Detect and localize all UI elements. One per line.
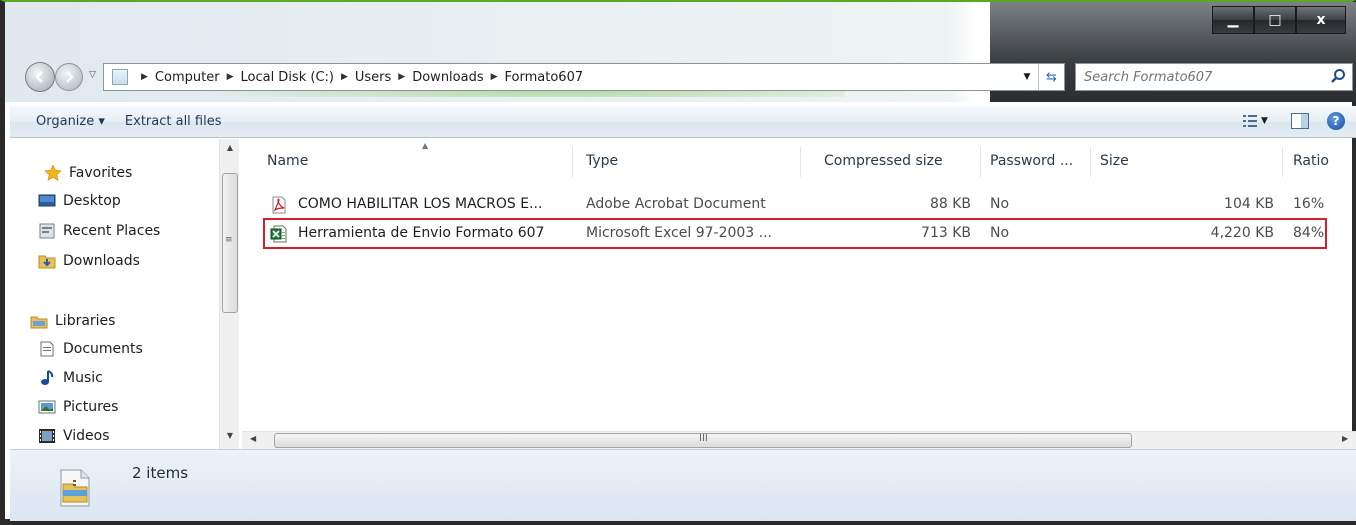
- back-button[interactable]: [25, 62, 55, 92]
- sidebar-item-music[interactable]: Music: [38, 366, 103, 390]
- scroll-left-icon[interactable]: ◀: [250, 434, 256, 443]
- organize-button[interactable]: Organize ▾: [26, 114, 115, 129]
- breadcrumb-downloads[interactable]: Downloads: [412, 70, 483, 85]
- search-icon[interactable]: [1330, 68, 1346, 84]
- sidebar-item-label: Libraries: [55, 313, 116, 329]
- breadcrumb-formato607[interactable]: Formato607: [505, 70, 584, 85]
- address-bar-controls: ▼ ⇆: [1016, 64, 1064, 90]
- search-input[interactable]: [1076, 69, 1316, 85]
- breadcrumb-separator-icon[interactable]: ▶: [341, 72, 348, 82]
- file-type: Adobe Acrobat Document: [586, 196, 766, 212]
- file-password: No: [990, 196, 1010, 212]
- back-arrow-icon: [35, 71, 43, 83]
- breadcrumb-separator-icon[interactable]: ▶: [227, 72, 234, 82]
- selection-highlight-box: [263, 218, 1327, 249]
- address-history-dropdown-icon[interactable]: ▼: [1016, 72, 1038, 82]
- scroll-up-icon[interactable]: ▲: [220, 143, 240, 160]
- sidebar-item-videos[interactable]: Videos: [38, 424, 110, 448]
- sidebar-item-label: Desktop: [63, 193, 121, 209]
- column-header-ratio[interactable]: Ratio: [1293, 153, 1329, 169]
- address-bar[interactable]: ▶ Computer ▶ Local Disk (C:) ▶ Users ▶ D…: [103, 63, 1065, 91]
- star-icon: [44, 165, 62, 181]
- extract-all-files-button[interactable]: Extract all files: [115, 114, 232, 129]
- maximize-button[interactable]: □: [1254, 6, 1296, 34]
- sidebar-item-desktop[interactable]: Desktop: [38, 189, 121, 213]
- desktop-icon: [38, 194, 56, 207]
- pictures-icon: [38, 400, 56, 414]
- forward-arrow-icon: [66, 71, 74, 83]
- sidebar-item-label: Pictures: [63, 399, 119, 415]
- sidebar-item-label: Documents: [63, 341, 143, 357]
- recent-places-icon: [39, 223, 55, 239]
- file-name: COMO HABILITAR LOS MACROS E...: [298, 196, 543, 212]
- sidebar-item-recent-places[interactable]: Recent Places: [38, 219, 160, 243]
- navigation-pane-scrollbar[interactable]: ▲ ≡ ▼: [219, 139, 239, 449]
- help-icon[interactable]: ?: [1327, 112, 1345, 130]
- command-bar: Organize ▾ Extract all files ▼ ?: [10, 106, 1356, 138]
- sidebar-item-favorites[interactable]: Favorites: [44, 161, 132, 185]
- sidebar-item-label: Music: [63, 370, 103, 386]
- file-ratio: 16%: [1293, 196, 1325, 212]
- column-divider[interactable]: [1282, 147, 1283, 177]
- videos-icon: [39, 429, 55, 443]
- column-header-type[interactable]: Type: [586, 153, 618, 169]
- forward-button[interactable]: [55, 63, 83, 91]
- file-compressed-size: 88 KB: [929, 196, 971, 212]
- scrollbar-grip-icon: III: [699, 433, 708, 444]
- table-row[interactable]: COMO HABILITAR LOS MACROS E... Adobe Acr…: [266, 191, 1324, 219]
- column-divider[interactable]: [800, 147, 801, 177]
- column-header-compressed-size[interactable]: Compressed size: [824, 153, 943, 169]
- recent-pages-dropdown-icon[interactable]: ▽: [89, 70, 96, 80]
- sort-ascending-icon: ▲: [422, 141, 429, 150]
- downloads-icon: [38, 255, 56, 269]
- breadcrumb-computer[interactable]: Computer: [155, 70, 220, 85]
- sidebar-item-libraries[interactable]: Libraries: [30, 309, 115, 333]
- breadcrumb-separator-icon[interactable]: ▶: [491, 72, 498, 82]
- column-divider[interactable]: [572, 147, 573, 177]
- column-header-name[interactable]: Name: [267, 153, 308, 169]
- column-divider[interactable]: [980, 147, 981, 177]
- breadcrumb-local-disk[interactable]: Local Disk (C:): [240, 70, 333, 85]
- change-view-icon[interactable]: ▼: [1243, 111, 1273, 131]
- file-list: ▲ Name Type Compressed size Password ...…: [242, 139, 1356, 431]
- close-button[interactable]: x: [1296, 6, 1346, 34]
- column-header-password[interactable]: Password ...: [990, 153, 1073, 169]
- breadcrumb-separator-icon[interactable]: ▶: [141, 72, 148, 82]
- sidebar-item-label: Videos: [63, 428, 110, 444]
- pdf-icon: [272, 196, 286, 214]
- column-divider[interactable]: [1090, 147, 1091, 177]
- search-box: [1075, 63, 1353, 91]
- music-icon: [41, 370, 54, 385]
- file-size: 104 KB: [1224, 196, 1274, 212]
- scroll-down-icon[interactable]: ▼: [220, 431, 240, 448]
- folder-location-icon: [112, 69, 128, 85]
- scroll-right-icon[interactable]: ▶: [1342, 434, 1348, 443]
- details-pane: 2 items: [10, 449, 1356, 521]
- sidebar-item-documents[interactable]: Documents: [38, 337, 143, 361]
- sidebar-item-label: Recent Places: [63, 223, 161, 239]
- command-bar-right: ▼ ?: [1243, 111, 1345, 131]
- scrollbar-grip-icon: ≡: [225, 235, 233, 245]
- column-header-size[interactable]: Size: [1100, 153, 1129, 169]
- explorer-window: ▁ □ x ▽ ▶ Computer ▶ Local Disk (C:) ▶ U…: [0, 0, 1356, 525]
- minimize-button[interactable]: ▁: [1212, 6, 1254, 34]
- documents-icon: [40, 341, 54, 357]
- libraries-icon: [30, 316, 48, 329]
- zip-folder-icon: [60, 469, 90, 507]
- sidebar-item-pictures[interactable]: Pictures: [38, 395, 118, 419]
- preview-pane-icon[interactable]: [1291, 113, 1309, 129]
- navigation-pane: Favorites Desktop Recent Places Download…: [10, 139, 242, 449]
- sidebar-item-label: Downloads: [63, 253, 140, 269]
- navigation-row: ▽ ▶ Computer ▶ Local Disk (C:) ▶ Users ▶…: [25, 60, 1355, 94]
- chevron-down-icon[interactable]: ▼: [1261, 116, 1268, 126]
- breadcrumb-separator-icon[interactable]: ▶: [398, 72, 405, 82]
- item-count: 2 items: [132, 464, 189, 482]
- sidebar-item-downloads[interactable]: Downloads: [38, 249, 140, 273]
- sidebar-item-label: Favorites: [69, 165, 133, 181]
- refresh-icon[interactable]: ⇆: [1038, 64, 1064, 90]
- breadcrumb-users[interactable]: Users: [355, 70, 391, 85]
- window-controls: ▁ □ x: [1212, 6, 1346, 34]
- file-list-horizontal-scrollbar[interactable]: ◀ III ▶: [242, 431, 1356, 449]
